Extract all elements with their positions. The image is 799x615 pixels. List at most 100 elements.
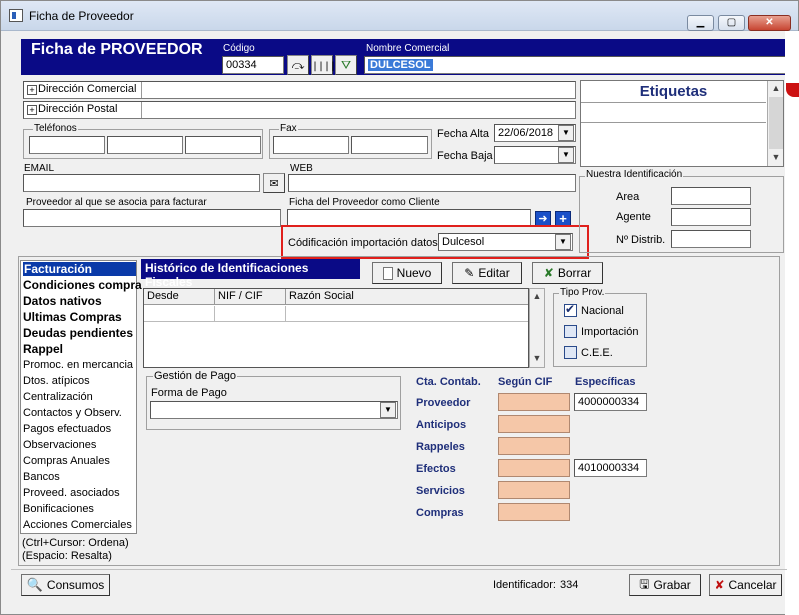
close-button[interactable]: ✕ [748, 15, 791, 31]
sidebar-item-bancos[interactable]: Bancos [23, 471, 60, 483]
scroll-down-icon[interactable]: ▼ [530, 353, 544, 363]
nuevo-button[interactable]: Nuevo [372, 262, 442, 284]
scroll-down-icon[interactable]: ▼ [769, 152, 783, 162]
maximize-button[interactable]: ▢ [718, 15, 745, 31]
codificacion-dropdown-icon[interactable]: ▼ [555, 234, 571, 250]
historico-grid[interactable]: Desde NIF / CIF Razón Social [143, 288, 529, 368]
fax-2-field[interactable] [351, 136, 428, 154]
especificas-label: Específicas [575, 376, 636, 388]
column-header-razon-social[interactable]: Razón Social [286, 289, 528, 305]
barcode-button[interactable]: ||||| [311, 55, 342, 75]
sidebar-item-promoc-mercancia[interactable]: Promoc. en mercancia [23, 359, 133, 371]
cee-label: C.E.E. [581, 347, 613, 359]
distrib-field[interactable] [671, 230, 751, 248]
cancel-icon: ✘ [714, 578, 725, 592]
codificacion-value: Dulcesol [442, 236, 485, 248]
sidebar-item-rappel[interactable]: Rappel [23, 342, 63, 356]
cuenta-anticipos-segun[interactable] [498, 415, 570, 433]
save-icon: 🖫 [639, 576, 650, 591]
fecha-alta-value: 22/06/2018 [498, 127, 554, 139]
identificador-label: Identificador: [493, 579, 556, 591]
telefono-3-field[interactable] [185, 136, 261, 154]
editar-button[interactable]: ✎ Editar [452, 262, 522, 284]
scroll-thumb[interactable] [769, 97, 783, 149]
sidebar-list[interactable]: Facturación Condiciones compra Datos nat… [20, 260, 142, 534]
web-field[interactable] [288, 174, 576, 192]
cuenta-proveedor-segun[interactable] [498, 393, 570, 411]
sidebar-item-dtos-atipicos[interactable]: Dtos. atípicos [23, 375, 90, 387]
nacional-label: Nacional [581, 305, 624, 317]
cuenta-proveedor-especifica[interactable]: 4000000334 [574, 393, 647, 411]
fecha-baja-dropdown-icon[interactable]: ▼ [558, 147, 574, 163]
search-person-icon: 🔍 [26, 577, 43, 592]
telefonos-label: Teléfonos [33, 123, 78, 134]
codificacion-select[interactable]: Dulcesol [438, 233, 573, 251]
importacion-checkbox[interactable] [564, 325, 577, 338]
sidebar-item-proveed-asociados[interactable]: Proveed. asociados [23, 487, 120, 499]
sidebar-item-datos-nativos[interactable]: Datos nativos [23, 294, 102, 308]
expand-plus-icon: + [27, 105, 37, 115]
cuenta-servicios-label: Servicios [416, 485, 465, 497]
cee-checkbox[interactable] [564, 346, 577, 359]
scroll-up-icon[interactable]: ▲ [530, 291, 544, 301]
main-window: Ficha de Proveedor ▁ ▢ ✕ Ficha de PROVEE… [0, 0, 799, 615]
nacional-checkbox[interactable] [564, 302, 577, 317]
table-row[interactable] [144, 306, 528, 322]
sidebar-item-bonificaciones[interactable]: Bonificaciones [23, 503, 94, 515]
telefono-2-field[interactable] [107, 136, 183, 154]
consumos-button[interactable]: 🔍 Consumos [21, 574, 110, 596]
sidebar-item-deudas-pendientes[interactable]: Deudas pendientes [23, 326, 133, 340]
email-send-button[interactable]: ✉ [263, 173, 285, 193]
cuenta-efectos-especifica[interactable]: 4010000334 [574, 459, 647, 477]
sidebar-item-observaciones[interactable]: Observaciones [23, 439, 96, 451]
forma-pago-select[interactable] [150, 401, 398, 419]
scroll-up-icon[interactable]: ▲ [769, 83, 783, 93]
etiquetas-scrollbar[interactable]: ▲ ▼ [767, 81, 783, 166]
borrar-button[interactable]: ✘ Borrar [532, 262, 603, 284]
ficha-cliente-label: Ficha del Proveedor como Cliente [289, 197, 440, 208]
web-label: WEB [290, 163, 313, 174]
background-strip [785, 31, 799, 615]
telefono-1-field[interactable] [29, 136, 105, 154]
cta-contab-label: Cta. Contab. [416, 376, 481, 388]
etiquetas-panel[interactable]: Etiquetas ▲ ▼ [580, 80, 784, 167]
cuenta-servicios-segun[interactable] [498, 481, 570, 499]
minimize-button[interactable]: ▁ [687, 15, 714, 31]
email-field[interactable] [23, 174, 260, 192]
sidebar-item-pagos-efectuados[interactable]: Pagos efectuados [23, 423, 111, 435]
fax-1-field[interactable] [273, 136, 349, 154]
direccion-postal-row[interactable]: + Dirección Postal [23, 101, 576, 119]
app-icon [9, 9, 23, 22]
direccion-comercial-row[interactable]: + Dirección Comercial [23, 81, 576, 99]
codigo-field[interactable]: 00334 [222, 56, 284, 74]
sidebar-item-condiciones-compra[interactable]: Condiciones compra [23, 278, 142, 292]
cuenta-rappeles-segun[interactable] [498, 437, 570, 455]
proveedor-facturar-field[interactable] [23, 209, 281, 227]
column-header-nif[interactable]: NIF / CIF [215, 289, 286, 305]
cuenta-compras-segun[interactable] [498, 503, 570, 521]
sidebar-item-compras-anuales[interactable]: Compras Anuales [23, 455, 110, 467]
gestion-pago-title: Gestión de Pago [153, 370, 237, 382]
sidebar-item-facturacion[interactable]: Facturación [23, 262, 136, 276]
sidebar-item-ultimas-compras[interactable]: Ultimas Compras [23, 310, 122, 324]
sidebar-item-acciones-comerciales[interactable]: Acciones Comerciales [23, 519, 132, 531]
etiquetas-row[interactable] [581, 103, 766, 123]
cuenta-efectos-segun[interactable] [498, 459, 570, 477]
grabar-button[interactable]: 🖫 Grabar [629, 574, 701, 596]
tipo-prov-title: Tipo Prov. [559, 287, 606, 298]
forma-pago-dropdown-icon[interactable]: ▼ [380, 402, 396, 418]
direccion-postal-label: Dirección Postal [38, 103, 118, 115]
filter-button[interactable]: ⛛ [335, 55, 357, 75]
fecha-alta-dropdown-icon[interactable]: ▼ [558, 125, 574, 141]
nuevo-label: Nuevo [396, 266, 432, 280]
agente-field[interactable] [671, 208, 751, 226]
nombre-comercial-field[interactable]: DULCESOL [364, 56, 785, 74]
refresh-button[interactable]: ⤼ [287, 55, 309, 75]
area-label: Area [616, 191, 640, 203]
sidebar-item-contactos[interactable]: Contactos y Observ. [23, 407, 122, 419]
sidebar-item-centralizacion[interactable]: Centralización [23, 391, 93, 403]
historico-scrollbar[interactable]: ▲ ▼ [529, 288, 545, 368]
cancelar-button[interactable]: ✘ Cancelar [709, 574, 782, 596]
column-header-desde[interactable]: Desde [144, 289, 215, 305]
area-field[interactable] [671, 187, 751, 205]
